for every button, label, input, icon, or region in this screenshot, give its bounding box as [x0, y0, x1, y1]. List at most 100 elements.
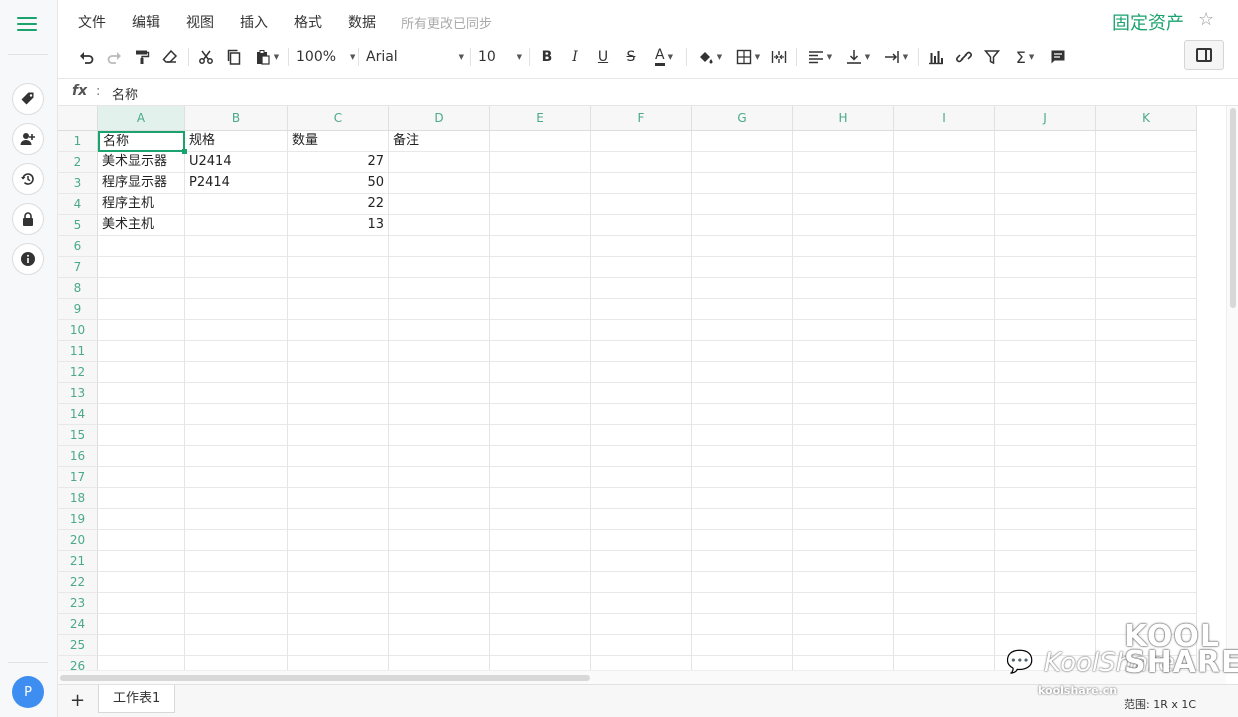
- cell[interactable]: [389, 530, 490, 551]
- column-header[interactable]: G: [692, 106, 793, 131]
- cell[interactable]: [389, 593, 490, 614]
- cell[interactable]: [995, 446, 1096, 467]
- cell[interactable]: [490, 425, 591, 446]
- cell[interactable]: [591, 593, 692, 614]
- cell[interactable]: [490, 215, 591, 236]
- cell[interactable]: [98, 446, 185, 467]
- cell[interactable]: [389, 509, 490, 530]
- cell[interactable]: [389, 404, 490, 425]
- cell[interactable]: [995, 425, 1096, 446]
- cell[interactable]: [288, 404, 389, 425]
- cell[interactable]: [1096, 404, 1197, 425]
- cell[interactable]: [692, 341, 793, 362]
- cell[interactable]: [793, 635, 894, 656]
- cell[interactable]: [995, 299, 1096, 320]
- cell[interactable]: [692, 572, 793, 593]
- cell[interactable]: [98, 572, 185, 593]
- cell[interactable]: [894, 173, 995, 194]
- row-header[interactable]: 17: [58, 467, 98, 488]
- italic-icon[interactable]: I: [564, 44, 586, 70]
- cell[interactable]: [894, 383, 995, 404]
- cell[interactable]: [490, 509, 591, 530]
- cell[interactable]: [692, 257, 793, 278]
- column-header[interactable]: C: [288, 106, 389, 131]
- cell[interactable]: [692, 278, 793, 299]
- cell[interactable]: [894, 194, 995, 215]
- cell[interactable]: [995, 656, 1096, 670]
- cell[interactable]: [288, 572, 389, 593]
- column-header[interactable]: H: [793, 106, 894, 131]
- cell[interactable]: [389, 173, 490, 194]
- cell[interactable]: [591, 278, 692, 299]
- cell[interactable]: [591, 194, 692, 215]
- cell[interactable]: [591, 299, 692, 320]
- row-header[interactable]: 25: [58, 635, 98, 656]
- cell[interactable]: [288, 341, 389, 362]
- horizontal-scrollbar[interactable]: [58, 670, 1226, 684]
- cell[interactable]: [389, 320, 490, 341]
- cell[interactable]: [591, 425, 692, 446]
- cell[interactable]: [591, 572, 692, 593]
- undo-icon[interactable]: [76, 44, 98, 70]
- cell[interactable]: [288, 446, 389, 467]
- cell[interactable]: [185, 278, 288, 299]
- column-header[interactable]: D: [389, 106, 490, 131]
- cell[interactable]: [185, 404, 288, 425]
- cell[interactable]: [389, 152, 490, 173]
- cell[interactable]: [995, 173, 1096, 194]
- side-panel-toggle-button[interactable]: [1184, 40, 1224, 70]
- cell[interactable]: 程序显示器: [98, 173, 185, 194]
- cell[interactable]: [591, 215, 692, 236]
- cell[interactable]: [98, 404, 185, 425]
- row-header[interactable]: 15: [58, 425, 98, 446]
- select-all-corner[interactable]: [58, 106, 98, 131]
- text-color-dropdown[interactable]: A ▼: [648, 44, 680, 70]
- cell[interactable]: [894, 509, 995, 530]
- cell[interactable]: [894, 236, 995, 257]
- cell[interactable]: [389, 278, 490, 299]
- cell[interactable]: [1096, 362, 1197, 383]
- active-cell[interactable]: 名称: [98, 131, 185, 152]
- row-header[interactable]: 13: [58, 383, 98, 404]
- cell[interactable]: [793, 341, 894, 362]
- row-header[interactable]: 22: [58, 572, 98, 593]
- cell[interactable]: [995, 593, 1096, 614]
- cell[interactable]: [389, 551, 490, 572]
- paste-dropdown[interactable]: ▼: [251, 44, 283, 70]
- cell[interactable]: [490, 530, 591, 551]
- cell[interactable]: [995, 404, 1096, 425]
- cell[interactable]: [490, 278, 591, 299]
- cell[interactable]: [692, 467, 793, 488]
- paint-format-icon[interactable]: [131, 44, 153, 70]
- row-header[interactable]: 1: [58, 131, 98, 152]
- cell[interactable]: [490, 593, 591, 614]
- cell[interactable]: [288, 488, 389, 509]
- cell[interactable]: [995, 278, 1096, 299]
- borders-dropdown[interactable]: ▼: [732, 44, 764, 70]
- cell[interactable]: [692, 173, 793, 194]
- cell[interactable]: [490, 257, 591, 278]
- row-header[interactable]: 16: [58, 446, 98, 467]
- cell[interactable]: [692, 362, 793, 383]
- cell[interactable]: [591, 467, 692, 488]
- row-header[interactable]: 9: [58, 299, 98, 320]
- row-header[interactable]: 5: [58, 215, 98, 236]
- cell[interactable]: [692, 530, 793, 551]
- cell[interactable]: [995, 131, 1096, 152]
- cell[interactable]: 规格: [185, 131, 288, 152]
- cell[interactable]: [1096, 446, 1197, 467]
- cell[interactable]: [389, 467, 490, 488]
- cell[interactable]: [995, 530, 1096, 551]
- document-title[interactable]: 固定资产: [1112, 9, 1184, 35]
- cell[interactable]: [793, 320, 894, 341]
- cell[interactable]: [490, 635, 591, 656]
- cell[interactable]: [288, 425, 389, 446]
- cell[interactable]: [185, 257, 288, 278]
- cell[interactable]: [1096, 152, 1197, 173]
- cell[interactable]: [490, 341, 591, 362]
- cell[interactable]: [389, 257, 490, 278]
- cell[interactable]: [490, 236, 591, 257]
- cell[interactable]: [591, 383, 692, 404]
- cell[interactable]: [490, 614, 591, 635]
- cell[interactable]: [185, 215, 288, 236]
